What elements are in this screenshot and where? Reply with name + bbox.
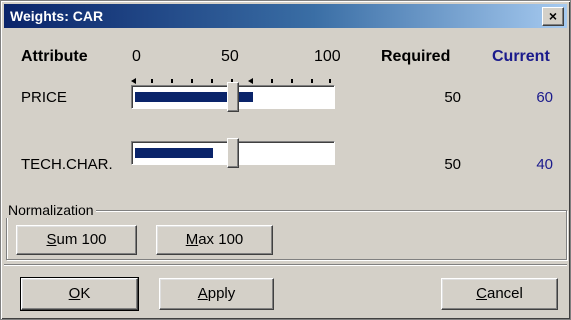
tech-char-current-fill [135, 148, 213, 158]
apply-button[interactable]: Apply [159, 278, 274, 310]
max-100-label: ax 100 [198, 231, 244, 248]
weights-dialog: Weights: CAR × Attribute 0 50 100 Requir… [0, 0, 571, 320]
apply-label: pply [207, 285, 236, 302]
max-100-button[interactable]: Max 100 [156, 225, 273, 255]
scale-label-50: 50 [221, 48, 239, 65]
footer-divider [4, 264, 567, 266]
sum-100-accel: S [46, 231, 57, 248]
required-column-header: Required [381, 48, 451, 65]
price-required-value: 50 [444, 89, 461, 106]
cancel-accel: C [476, 285, 487, 302]
apply-accel: A [197, 285, 208, 302]
current-column-header: Current [492, 48, 550, 65]
max-100-accel: M [185, 231, 199, 248]
sum-100-button[interactable]: Sum 100 [16, 225, 137, 255]
sum-100-label: um 100 [56, 231, 107, 248]
price-current-value: 60 [536, 89, 553, 106]
attribute-label-tech-char: TECH.CHAR. [21, 156, 113, 173]
tech-char-required-value: 50 [444, 156, 461, 173]
title-bar[interactable]: Weights: CAR × [4, 4, 567, 28]
price-weight-slider-thumb[interactable] [227, 82, 239, 112]
ok-button[interactable]: OK [20, 277, 139, 311]
cancel-button[interactable]: Cancel [441, 278, 558, 310]
tech-char-weight-slider-thumb[interactable] [227, 138, 239, 168]
close-button[interactable]: × [542, 7, 564, 26]
ok-accel: O [68, 285, 81, 302]
close-icon: × [548, 8, 558, 24]
scale-label-100: 100 [314, 48, 341, 65]
attribute-column-header: Attribute [21, 48, 88, 65]
cancel-label: ancel [486, 285, 523, 302]
normalization-legend: Normalization [6, 202, 96, 218]
tech-char-current-value: 40 [536, 156, 553, 173]
window-title: Weights: CAR [10, 8, 104, 24]
attribute-label-price: PRICE [21, 89, 67, 106]
scale-label-0: 0 [132, 48, 141, 65]
ok-label: K [80, 285, 91, 302]
